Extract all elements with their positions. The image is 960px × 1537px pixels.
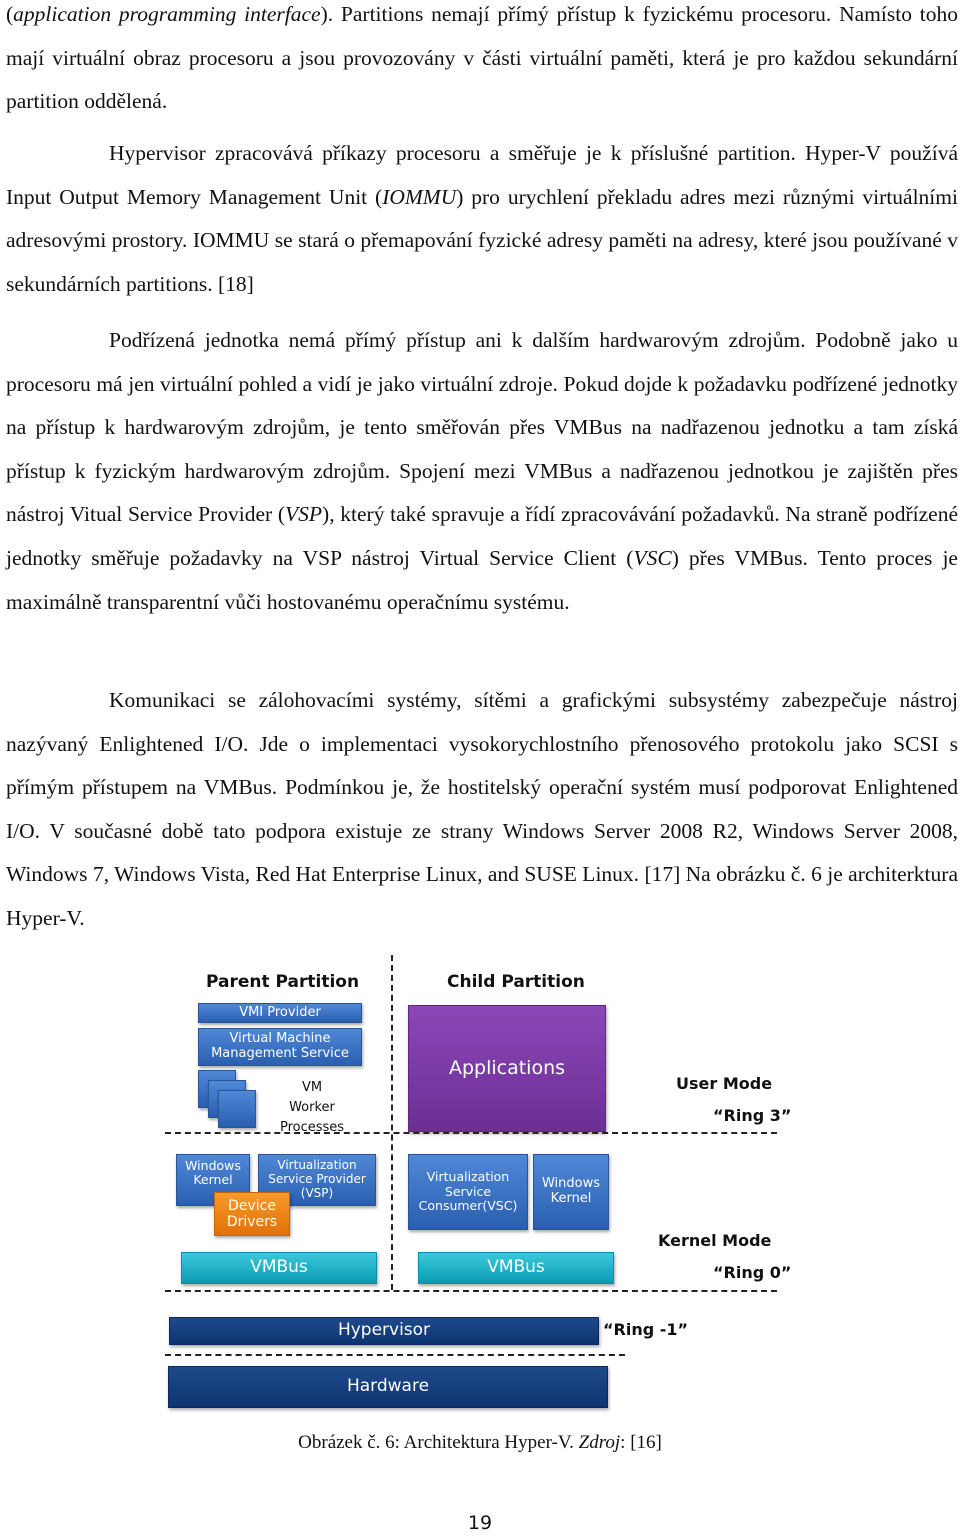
figure-caption: Obrázek č. 6: Architektura Hyper-V. Zdro… <box>298 1432 662 1453</box>
paragraph-enlightened-io: Komunikaci se zálohovacími systémy, sítě… <box>6 688 958 930</box>
italic-term: VSP <box>285 502 323 527</box>
paragraph-hypervisor: Hypervisor zpracovává příkazy procesoru … <box>6 141 958 296</box>
user-kernel-separator <box>165 1132 777 1134</box>
vm-worker-processes-label: VM Worker Processes <box>279 1080 345 1135</box>
hyper-v-architecture-diagram: Parent Partition Child Partition VMI Pro… <box>160 950 840 1420</box>
device-drivers-box: Device Drivers <box>214 1192 290 1236</box>
hardware-box: Hardware <box>168 1366 608 1408</box>
parent-partition-title: Parent Partition <box>206 972 360 992</box>
parent-vmbus-box: VMBus <box>181 1252 377 1284</box>
kernel-hypervisor-separator <box>165 1290 777 1292</box>
vmi-provider-box: VMI Provider <box>198 1003 362 1023</box>
hypervisor-box: Hypervisor <box>169 1317 599 1345</box>
child-windows-kernel-box: Windows Kernel <box>533 1154 609 1230</box>
kernel-mode-label: Kernel Mode <box>658 1231 772 1250</box>
hypervisor-hardware-separator <box>165 1354 625 1356</box>
ring0-label: “Ring 0” <box>713 1263 792 1282</box>
user-mode-label: User Mode <box>676 1074 773 1093</box>
italic-term: IOMMU <box>382 184 457 209</box>
child-vmbus-box: VMBus <box>418 1252 614 1284</box>
vsc-box: Virtualization Service Consumer(VSC) <box>408 1154 528 1230</box>
italic-term: application programming interface <box>13 2 321 26</box>
page-number: 19 <box>467 1512 493 1534</box>
child-partition-title: Child Partition <box>447 972 585 992</box>
ring3-label: “Ring 3” <box>713 1106 792 1125</box>
italic-term: VSC <box>633 545 672 570</box>
ring-minus1-label: “Ring -1” <box>603 1320 689 1339</box>
vm-management-service-box: Virtual Machine Management Service <box>198 1028 362 1066</box>
paragraph-api: (application programming interface). Par… <box>6 2 958 114</box>
partition-separator <box>391 955 393 1290</box>
applications-box: Applications <box>408 1005 606 1132</box>
paragraph-child-unit: Podřízená jednotka nemá přímý přístup an… <box>6 328 958 614</box>
